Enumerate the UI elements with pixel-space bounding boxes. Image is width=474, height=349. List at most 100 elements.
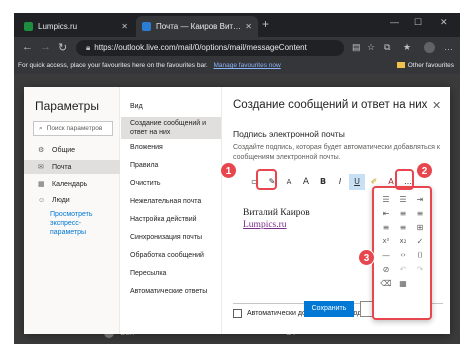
indent-icon[interactable]: ⇥ xyxy=(412,192,428,206)
category-people[interactable]: ☺ Люди xyxy=(24,194,120,208)
subcategory-sync[interactable]: Синхронизация почты xyxy=(121,233,221,242)
justify-icon[interactable]: ≡ xyxy=(395,220,411,234)
category-label: Почта xyxy=(52,164,72,171)
category-label: Общие xyxy=(52,147,76,154)
other-favourites-label: Other favourites xyxy=(407,62,454,69)
close-icon[interactable]: ✕ xyxy=(432,99,441,112)
more-menu-icon[interactable]: … xyxy=(444,42,453,52)
numbering-icon[interactable]: ☰ xyxy=(395,192,411,206)
strikethrough-icon[interactable]: — xyxy=(378,248,394,262)
mail-subcategories: Вид Создание сообщений и ответ на них Вл… xyxy=(121,87,222,334)
close-icon[interactable]: ✕ xyxy=(245,22,252,31)
tab-outlook[interactable]: Почта — Каиров Виталий — Ou ✕ xyxy=(136,16,258,37)
category-calendar[interactable]: ▦ Календарь xyxy=(24,177,120,191)
reading-view-icon[interactable]: ▤ xyxy=(352,42,361,53)
bold-button[interactable]: B xyxy=(315,174,331,190)
settings-search-input[interactable]: ⌕ Поиск параметров xyxy=(33,121,113,136)
settings-title: Параметры xyxy=(35,99,99,113)
people-icon: ☺ xyxy=(38,197,46,204)
formatting-grid: ☰ ☰ ⇥ ⇤ ≡ ≡ ≡ ≡ ⊞ x² x₂ ✓ — ‹› ⟨⟩ ⊘ ↶ ↷ … xyxy=(378,192,428,290)
bullets-icon[interactable]: ☰ xyxy=(378,192,394,206)
subcategory-attachments[interactable]: Вложения xyxy=(121,143,221,152)
maximize-button[interactable]: ☐ xyxy=(414,17,422,28)
close-icon[interactable]: ✕ xyxy=(121,22,128,31)
calendar-icon: ▦ xyxy=(38,181,45,188)
font-icon[interactable]: A xyxy=(281,174,297,190)
clear-formatting-icon[interactable]: ⊘ xyxy=(378,262,394,276)
search-placeholder: Поиск параметров xyxy=(46,125,103,132)
signature-name: Виталий Каиров xyxy=(243,208,310,218)
underline-button[interactable]: U xyxy=(349,173,365,190)
superscript-icon[interactable]: x² xyxy=(378,234,394,248)
signature-description: Создайте подпись, которая будет автомати… xyxy=(233,144,440,161)
subcategory-rules[interactable]: Правила xyxy=(121,161,221,170)
signature-link[interactable]: Lumpics.ru xyxy=(243,220,287,230)
undo-icon[interactable]: ↶ xyxy=(395,262,411,276)
mail-icon: ✉ xyxy=(38,164,44,171)
close-window-button[interactable]: ✕ xyxy=(440,17,448,28)
tab-lumpics[interactable]: Lumpics.ru ✕ xyxy=(18,16,134,37)
new-tab-button[interactable]: + xyxy=(262,17,269,31)
minimize-button[interactable]: — xyxy=(390,17,399,27)
empty-slot xyxy=(412,276,428,290)
search-icon: ⌕ xyxy=(39,125,43,132)
italic-button[interactable]: I xyxy=(332,174,348,190)
category-mail[interactable]: ✉ Почта xyxy=(24,160,120,174)
subcategory-handling[interactable]: Обработка сообщений xyxy=(121,251,221,260)
collections-icon[interactable]: ⧉ xyxy=(384,42,390,53)
table-icon[interactable]: ▦ xyxy=(395,276,411,290)
subcategory-compose-reply[interactable]: Создание сообщений и ответ на них xyxy=(121,117,221,139)
lumpics-favicon-icon xyxy=(24,22,33,31)
manage-favourites-link[interactable]: Manage favourites now xyxy=(214,62,281,69)
checkmark-icon[interactable]: ✓ xyxy=(412,234,428,248)
favourites-icon[interactable]: ★ xyxy=(403,42,411,53)
gear-icon: ⚙ xyxy=(38,147,45,154)
remove-format-icon[interactable]: ⌫ xyxy=(378,276,394,290)
url-field[interactable]: 🔒︎ https://outlook.live.com/mail/0/option… xyxy=(76,40,344,56)
tab-title: Почта — Каиров Виталий — Ou xyxy=(156,22,242,31)
subcategory-actions[interactable]: Настройка действий xyxy=(121,215,221,224)
align-right-icon[interactable]: ≡ xyxy=(378,220,394,234)
quote-icon[interactable]: ⟨⟩ xyxy=(412,248,428,262)
align-left-icon[interactable]: ≡ xyxy=(395,206,411,220)
category-label: Люди xyxy=(52,197,70,204)
annotation-badge-2: 2 xyxy=(416,162,433,179)
link-icon[interactable]: ⊞ xyxy=(412,220,428,234)
other-favourites[interactable]: Other favourites xyxy=(396,62,454,69)
back-icon[interactable]: ← xyxy=(22,41,33,53)
subcategory-auto-replies[interactable]: Автоматические ответы xyxy=(121,287,221,296)
subcategory-layout[interactable]: Вид xyxy=(121,102,221,111)
outlook-favicon-icon xyxy=(142,22,151,31)
subcategory-sweep[interactable]: Очистить xyxy=(121,179,221,188)
signature-heading: Подпись электронной почты xyxy=(233,129,345,139)
annotation-badge-3: 3 xyxy=(358,249,375,266)
quick-settings-link[interactable]: Просмотреть экспресс-параметры xyxy=(50,210,116,237)
save-button[interactable]: Сохранить xyxy=(304,301,354,317)
favourites-bar: For quick access, place your favourites … xyxy=(14,59,460,74)
subcategory-forwarding[interactable]: Пересылка xyxy=(121,269,221,278)
font-size-icon[interactable]: A xyxy=(298,174,314,190)
redo-icon[interactable]: ↷ xyxy=(412,262,428,276)
subscript-icon[interactable]: x₂ xyxy=(395,234,411,248)
address-bar: ← → ↻ 🔒︎ https://outlook.live.com/mail/0/… xyxy=(14,37,460,59)
outdent-icon[interactable]: ⇤ xyxy=(378,206,394,220)
subcategory-junk[interactable]: Нежелательная почта xyxy=(121,197,221,206)
favourite-star-icon[interactable]: ☆ xyxy=(367,42,375,53)
more-options-highlight xyxy=(395,169,414,190)
category-general[interactable]: ⚙ Общие xyxy=(24,143,120,157)
code-icon[interactable]: ‹› xyxy=(395,248,411,262)
folder-icon xyxy=(396,62,405,69)
forward-icon[interactable]: → xyxy=(40,41,51,53)
category-label: Календарь xyxy=(52,181,88,188)
annotation-badge-1: 1 xyxy=(220,162,237,179)
lock-icon: 🔒︎ xyxy=(86,43,91,52)
settings-categories: Параметры ⌕ Поиск параметров ⚙ Общие ✉ Почт… xyxy=(24,87,120,334)
checkbox-box[interactable] xyxy=(233,309,242,318)
insert-image-highlight xyxy=(256,169,277,190)
page-title: Создание сообщений и ответ на них xyxy=(233,99,428,111)
profile-avatar[interactable] xyxy=(424,42,435,53)
favourites-prompt: For quick access, place your favourites … xyxy=(18,62,208,69)
align-center-icon[interactable]: ≡ xyxy=(412,206,428,220)
more-formatting-panel: ☰ ☰ ⇥ ⇤ ≡ ≡ ≡ ≡ ⊞ x² x₂ ✓ — ‹› ⟨⟩ ⊘ ↶ ↷ … xyxy=(372,186,432,320)
reload-icon[interactable]: ↻ xyxy=(58,41,67,54)
